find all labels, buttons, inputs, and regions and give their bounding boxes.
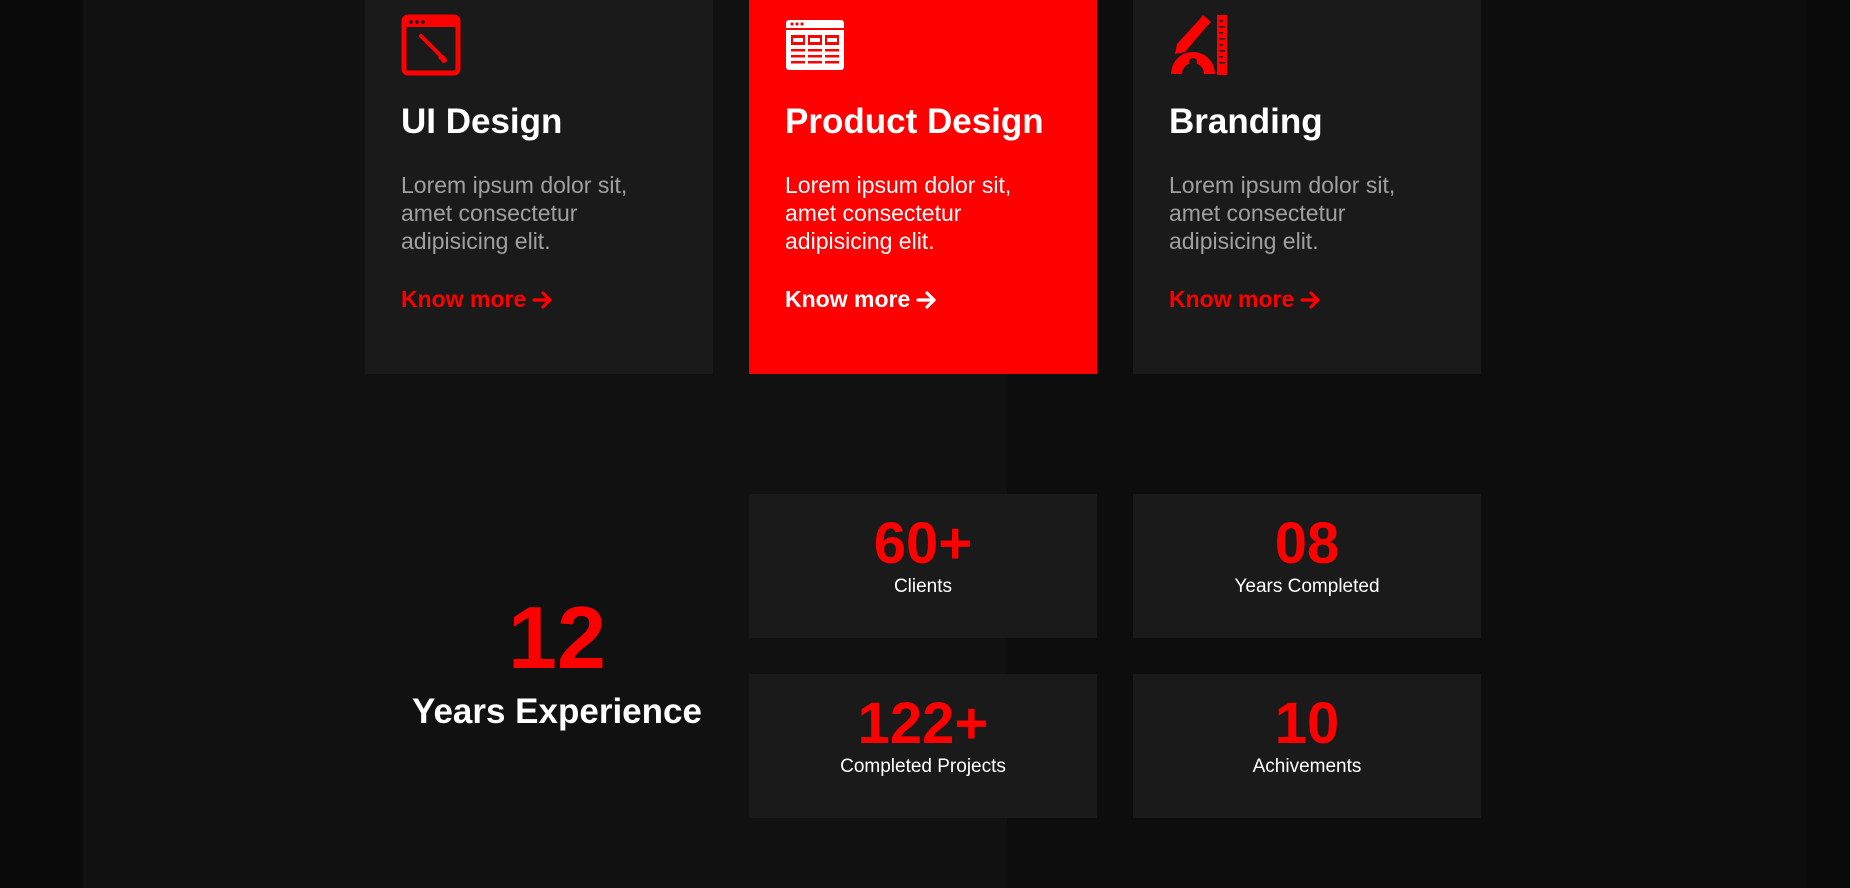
stat-value: 10 xyxy=(1274,691,1340,756)
stat-card-clients: 60+ Clients xyxy=(749,494,1097,638)
background-panel-right xyxy=(1807,0,1850,888)
experience-number: 12 xyxy=(508,588,606,687)
service-title: Branding xyxy=(1169,102,1323,141)
know-more-label: Know more xyxy=(785,286,911,312)
arrow-right-icon xyxy=(916,290,936,309)
service-card-ui-design: UI Design Lorem ipsum dolor sit, amet co… xyxy=(365,0,713,374)
stat-card-completed-projects: 122+ Completed Projects xyxy=(749,674,1097,818)
stat-value: 60+ xyxy=(873,511,973,576)
know-more-link[interactable]: Know more xyxy=(1169,286,1322,313)
service-description: Lorem ipsum dolor sit, amet consectetur … xyxy=(785,172,1012,254)
stat-label: Achivements xyxy=(1252,756,1362,777)
know-more-label: Know more xyxy=(401,286,527,312)
service-description: Lorem ipsum dolor sit, amet consectetur … xyxy=(401,172,628,254)
page: UI Design Lorem ipsum dolor sit, amet co… xyxy=(0,0,1850,888)
know-more-label: Know more xyxy=(1169,286,1295,312)
stat-label: Completed Projects xyxy=(840,756,1006,777)
experience-label: Years Experience xyxy=(412,692,702,731)
stat-value: 08 xyxy=(1274,511,1340,576)
service-card-product-design: Product Design Lorem ipsum dolor sit, am… xyxy=(749,0,1097,374)
stat-card-achievements: 10 Achivements xyxy=(1133,674,1481,818)
arrow-right-icon xyxy=(1300,290,1320,309)
arrow-right-icon xyxy=(532,290,552,309)
know-more-link[interactable]: Know more xyxy=(785,286,938,313)
know-more-link[interactable]: Know more xyxy=(401,286,554,313)
stat-card-years-completed: 08 Years Completed xyxy=(1133,494,1481,638)
service-title: UI Design xyxy=(401,102,563,141)
service-description: Lorem ipsum dolor sit, amet consectetur … xyxy=(1169,172,1396,254)
web-layout-icon xyxy=(786,20,844,70)
service-card-branding: Branding Lorem ipsum dolor sit, amet con… xyxy=(1133,0,1481,374)
stat-label: Years Completed xyxy=(1234,576,1380,597)
stat-value: 122+ xyxy=(857,691,989,756)
stat-label: Clients xyxy=(893,576,953,597)
design-tool-icon xyxy=(401,14,461,76)
drafting-tools-icon xyxy=(1171,15,1227,75)
service-title: Product Design xyxy=(785,102,1044,141)
background-panel-left xyxy=(0,0,83,888)
